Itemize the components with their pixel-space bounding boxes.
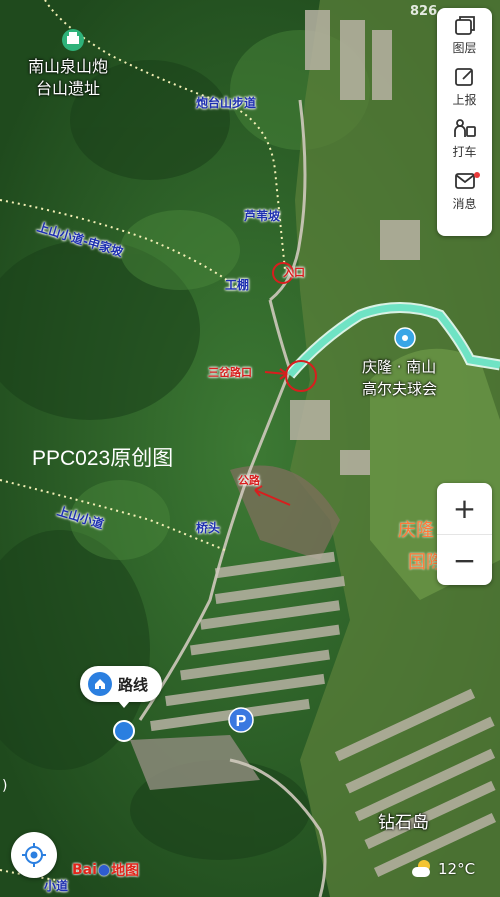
- baidu-logo: Bai ● 地图: [72, 860, 139, 880]
- route-button[interactable]: 路线: [80, 666, 163, 702]
- report-button[interactable]: 上报: [437, 60, 492, 112]
- paw-icon: ●: [97, 862, 111, 878]
- taxi-button[interactable]: 打车: [437, 112, 492, 164]
- layers-button[interactable]: 图层: [437, 8, 492, 60]
- temperature: 12°C: [438, 860, 476, 878]
- work-shed-label: 工棚: [225, 278, 250, 292]
- edge-paren: ): [2, 778, 8, 794]
- locate-icon: [22, 843, 46, 867]
- watermark: PPC023原创图: [32, 447, 174, 470]
- logo-text-2: 地图: [111, 863, 140, 879]
- three-fork-annotation: 三岔路口: [208, 366, 252, 379]
- trail-label-paotai: 炮台山步道: [196, 96, 257, 110]
- current-location-dot: [113, 720, 135, 742]
- road-annotation: 公路: [238, 474, 260, 487]
- locate-button[interactable]: [11, 832, 57, 878]
- golf-label[interactable]: 庆隆 · 南山 高尔夫球会: [362, 356, 437, 400]
- logo-text: Bai: [72, 862, 97, 878]
- entrance-annotation: 入口: [283, 266, 305, 279]
- notification-dot: [474, 172, 480, 178]
- taxi-icon: [453, 118, 476, 137]
- zoom-in-button[interactable]: +: [437, 483, 492, 535]
- route-pointer: [118, 701, 130, 708]
- messages-button[interactable]: 消息: [437, 164, 492, 216]
- mail-icon: [454, 172, 475, 189]
- edit-icon: [454, 67, 473, 86]
- layers-icon: [454, 15, 475, 35]
- route-label: 路线: [118, 675, 149, 694]
- golf-partial-label: 庆隆: [398, 520, 434, 541]
- svg-text:P: P: [236, 713, 247, 730]
- report-label: 上报: [452, 92, 477, 107]
- zoom-control: + −: [437, 483, 492, 585]
- home-icon: [88, 672, 112, 696]
- messages-label: 消息: [452, 196, 477, 211]
- diamond-island-label[interactable]: 钻石岛: [378, 808, 429, 833]
- zoom-out-button[interactable]: −: [437, 535, 492, 586]
- trail-label-bottom: 小道: [44, 879, 69, 893]
- taxi-label: 打车: [452, 144, 477, 159]
- top-corner-text: 826: [410, 4, 438, 19]
- weather-widget[interactable]: 12°C: [412, 860, 475, 878]
- relic-label[interactable]: 南山泉山炮 台山遗址: [28, 56, 108, 100]
- layers-label: 图层: [452, 40, 477, 55]
- bridgehead-label: 桥头: [196, 521, 221, 535]
- trail-label-reed-slope: 芦苇坡: [244, 209, 281, 223]
- partly-cloudy-icon: [412, 860, 434, 878]
- map-toolbar: 图层 上报 打车 消息: [437, 8, 492, 236]
